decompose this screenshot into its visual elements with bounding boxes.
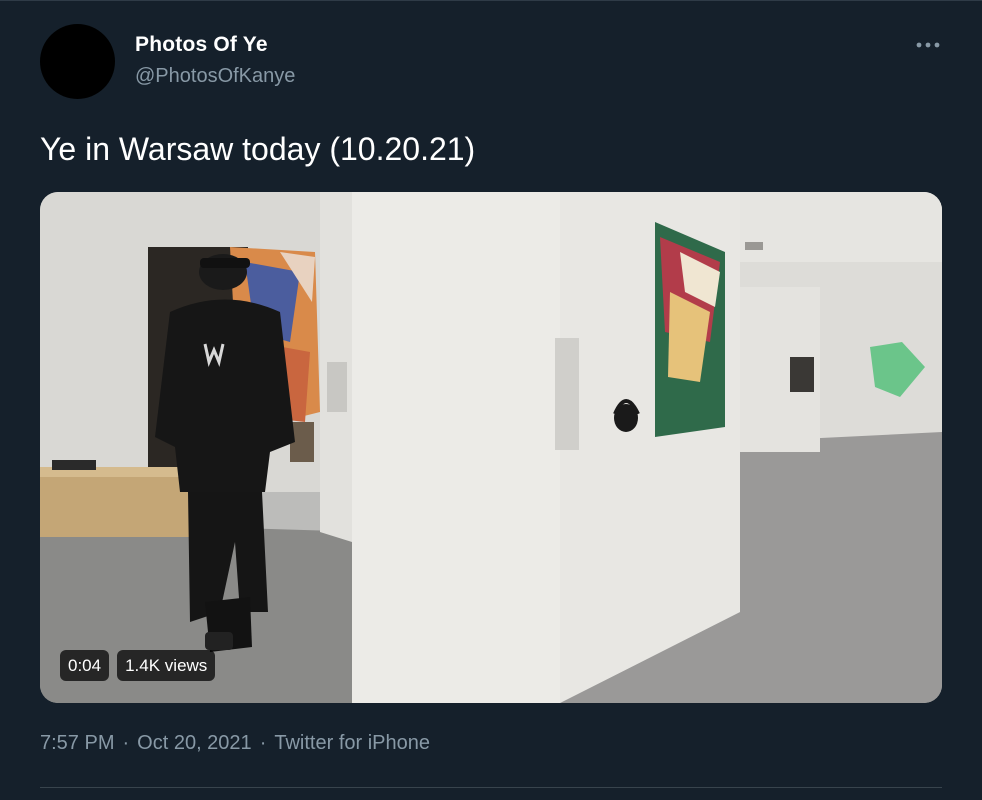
video-timestamp: 0:04: [60, 650, 110, 681]
tweet-card: Photos Of Ye @PhotosOfKanye Ye in Warsaw…: [0, 0, 982, 800]
video-overlay-badges: 0:04 1.4K views: [60, 650, 216, 681]
meta-separator: ·: [259, 732, 267, 754]
tweet-source-link[interactable]: Twitter for iPhone: [274, 732, 430, 755]
more-options-button[interactable]: [910, 33, 946, 57]
divider: [40, 787, 942, 788]
video-player[interactable]: 0:04 1.4K views: [40, 192, 942, 703]
author-display-name[interactable]: Photos Of Ye: [135, 33, 268, 57]
meta-separator: ·: [122, 732, 130, 754]
tweet-date[interactable]: Oct 20, 2021: [137, 732, 252, 755]
tweet-metadata: 7:57 PM · Oct 20, 2021 · Twitter for iPh…: [40, 732, 430, 755]
avatar[interactable]: [40, 24, 115, 99]
video-view-count: 1.4K views: [117, 650, 216, 681]
more-horizontal-icon: [916, 42, 940, 48]
tweet-time[interactable]: 7:57 PM: [40, 732, 114, 755]
video-thumbnail: [40, 192, 942, 703]
tweet-text: Ye in Warsaw today (10.20.21): [40, 131, 476, 167]
author-handle[interactable]: @PhotosOfKanye: [135, 65, 295, 88]
